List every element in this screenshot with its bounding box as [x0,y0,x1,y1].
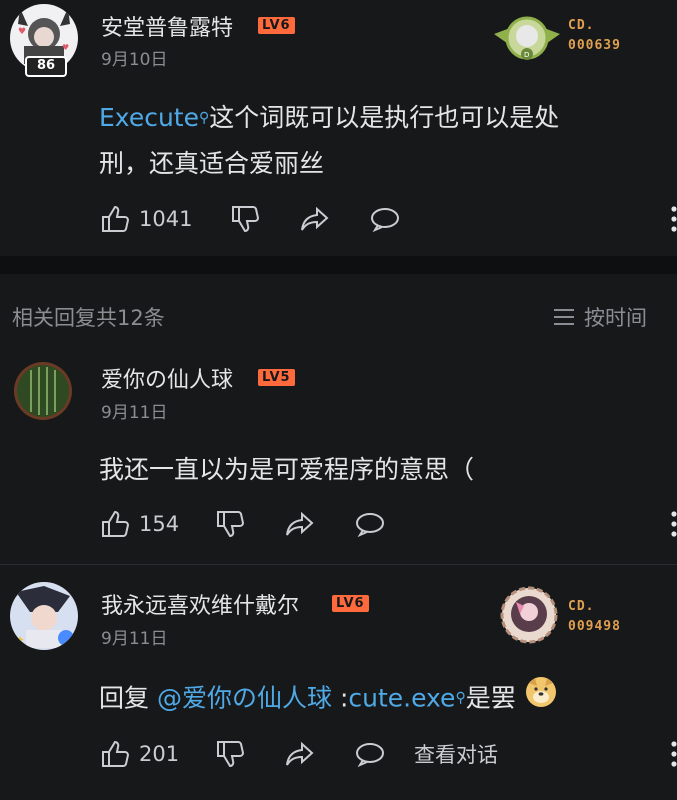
like-count: 154 [139,512,180,536]
share-icon [284,738,316,770]
more-vertical-icon [669,205,677,233]
share-icon [284,508,316,540]
reply-date: 9月11日 [101,403,168,423]
reply-content: 回复 @爱你の仙人球 :cute.exe⚲是罢 [99,675,558,724]
thumbs-down-icon [214,508,246,540]
thumbs-down-icon [214,738,246,770]
svg-text:♥: ♥ [18,27,26,37]
comment-bubble-icon [354,508,386,540]
thumbs-down-icon [229,203,261,235]
fan-medal-number: 000639 [568,38,621,53]
reply-content: 我还一直以为是可爱程序的意思（ [99,455,475,484]
like-button[interactable]: 154 [99,508,214,540]
share-icon [299,203,331,235]
reply-button[interactable] [369,203,439,235]
keyword-link[interactable]: Execute [99,103,199,132]
share-button[interactable] [284,508,354,540]
share-button[interactable] [299,203,369,235]
fan-medal-label: CD. [568,599,595,614]
comment-content: Execute⚲这个词既可以是执行也可以是处 刑，还真适合爱丽丝 [99,103,560,178]
user-avatar[interactable] [14,362,72,420]
more-vertical-icon [669,510,677,538]
comment-date: 9月10日 [101,50,168,70]
thumbs-up-icon [99,508,131,540]
reply-separator [0,564,677,565]
search-icon: ⚲ [455,690,466,706]
reply-button[interactable] [354,738,419,770]
svg-text:D: D [524,51,529,59]
search-icon: ⚲ [198,110,210,126]
user-avatar[interactable]: ✦ [10,582,78,650]
more-button[interactable] [669,205,677,233]
doge-emoji-icon [524,675,558,724]
reply-actions: 154 [99,508,677,540]
keyword-link[interactable]: cute.exe [348,684,455,713]
username[interactable]: 安堂普鲁露特 [101,10,233,42]
level-badge: LV5 [258,366,295,386]
fan-medal[interactable] [500,586,558,644]
svg-text:✦: ✦ [15,633,25,647]
thumbs-up-icon [99,203,131,235]
more-button[interactable] [669,740,677,768]
dislike-button[interactable] [214,508,284,540]
reply-date: 9月11日 [101,629,168,649]
dislike-button[interactable] [229,203,299,235]
like-count: 1041 [139,207,193,231]
reply-button[interactable] [354,508,424,540]
level-badge: LV6 [332,592,369,612]
fan-medal[interactable]: D [492,14,562,64]
dislike-button[interactable] [214,738,284,770]
svg-text:♥: ♥ [62,43,69,52]
fan-medal-number: 009498 [568,619,621,634]
comment-actions: 1041 [99,203,677,235]
share-button[interactable] [284,738,354,770]
comment-bubble-icon [369,203,401,235]
like-button[interactable]: 201 [99,738,214,770]
username[interactable]: 我永远喜欢维什戴尔 [101,588,299,620]
sort-button[interactable]: 按时间 [552,302,647,332]
more-button[interactable] [669,510,677,538]
section-divider [0,256,677,274]
username[interactable]: 爱你の仙人球 [101,362,233,394]
level-badge: LV6 [258,14,295,34]
avatar-badge: 86 [25,56,67,77]
like-count: 201 [139,742,180,766]
more-vertical-icon [669,740,677,768]
comment-bubble-icon [354,738,386,770]
replies-count-title: 相关回复共12条 [12,306,165,330]
user-mention[interactable]: @爱你の仙人球 [157,684,332,713]
view-conversation-link[interactable]: 查看对话 [414,739,498,769]
sort-lines-icon [552,306,576,328]
reply-actions: 201 查看对话 [99,738,677,770]
like-button[interactable]: 1041 [99,203,229,235]
fan-medal-label: CD. [568,18,595,33]
thumbs-up-icon [99,738,131,770]
